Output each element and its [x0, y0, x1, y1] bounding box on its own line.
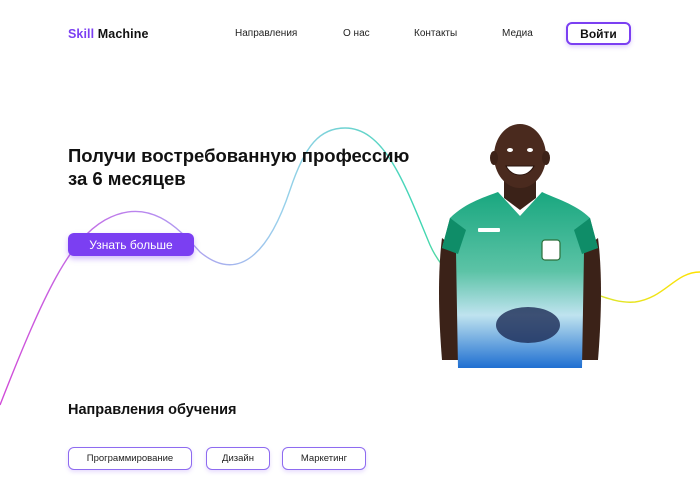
logo[interactable]: Skill Machine	[68, 27, 149, 41]
chip-programming[interactable]: Программирование	[68, 447, 192, 470]
nav-link-media[interactable]: Медиа	[502, 28, 533, 39]
chip-design[interactable]: Дизайн	[206, 447, 270, 470]
hero-title-line2: за 6 месяцев	[68, 168, 186, 189]
directions-title: Направления обучения	[68, 402, 237, 418]
logo-accent: Skill	[68, 27, 95, 41]
nav-link-about[interactable]: О нас	[343, 28, 370, 39]
login-button[interactable]: Войти	[566, 22, 631, 45]
site-header: Skill Machine Направления О нас Контакты…	[0, 0, 700, 68]
hero-title: Получи востребованную профессию за 6 мес…	[68, 144, 438, 190]
learn-more-button[interactable]: Узнать больше	[68, 233, 194, 256]
chip-marketing[interactable]: Маркетинг	[282, 447, 366, 470]
hero-person-image	[439, 124, 601, 368]
logo-rest: Machine	[94, 27, 149, 41]
hero-title-line1: Получи востребованную профессию	[68, 145, 410, 166]
nav-link-contacts[interactable]: Контакты	[414, 28, 457, 39]
nav-link-directions[interactable]: Направления	[235, 28, 297, 39]
